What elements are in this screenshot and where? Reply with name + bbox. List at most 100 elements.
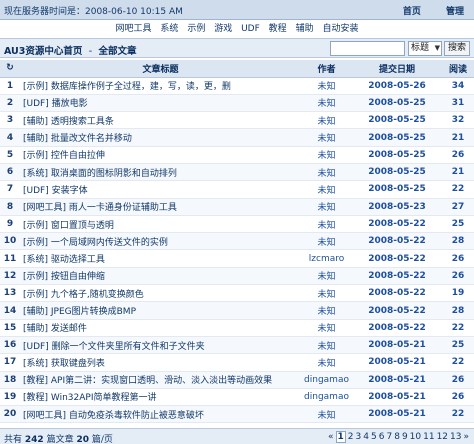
header-title[interactable]: 文章标题 (20, 60, 301, 78)
row-title-link[interactable]: [系统] 驱动选择工具 (20, 249, 301, 268)
pager-page[interactable]: 12 (437, 432, 448, 442)
row-title-link[interactable]: [UDF] 删除一个文件夹里所有文件和子文件夹 (20, 336, 301, 355)
row-title-link[interactable]: [系统] 取消桌面的图标阴影和自动排列 (20, 163, 301, 182)
pager-prev[interactable]: « (328, 432, 334, 442)
row-author[interactable]: 未知 (301, 163, 352, 182)
row-title-link[interactable]: [教程] Win32API简单教程第一讲 (20, 388, 301, 407)
pager-page[interactable]: 8 (394, 432, 400, 442)
per-page-unit: 篇/页 (91, 435, 113, 444)
table-row[interactable]: 10 [示例] 一个局域网内传送文件的实例 未知 2008-05-22 28 (0, 232, 474, 251)
table-row[interactable]: 15 [辅助] 发送邮件 未知 2008-05-22 22 (0, 319, 474, 337)
table-row[interactable]: 4 [辅助] 批量改文件名并移动 未知 2008-05-25 21 (0, 128, 474, 147)
row-title-link[interactable]: [示例] 按钮自由伸缩 (20, 267, 301, 286)
row-author[interactable]: 未知 (301, 336, 352, 355)
row-title-link[interactable]: [网吧工具] 雨人一卡通身份证辅助工具 (20, 198, 301, 216)
nav-item-example[interactable]: 示例 (187, 24, 205, 34)
pager-page[interactable]: 1 (335, 431, 346, 443)
row-author[interactable]: 未知 (301, 319, 352, 337)
table-row[interactable]: 13 [示例] 九个格子,随机变换颜色 未知 2008-05-22 19 (0, 284, 474, 303)
row-date: 2008-05-21 (352, 388, 442, 407)
table-row[interactable]: 14 [辅助] JPEG图片转换成BMP 未知 2008-05-22 28 (0, 301, 474, 320)
row-title-link[interactable]: [示例] 数据库操作例子全过程，建，写，读，更，删 (20, 77, 301, 95)
row-author[interactable]: 未知 (301, 405, 352, 424)
pager-page[interactable]: 6 (379, 432, 385, 442)
row-title-link[interactable]: [示例] 窗口置顶与透明 (20, 215, 301, 234)
per-page-count: 20 (76, 435, 89, 444)
breadcrumb-current[interactable]: 全部文章 (98, 46, 136, 57)
table-row[interactable]: 18 [教程] API第二讲：实现窗口透明、滑动、淡入淡出等动画效果 dingama… (0, 371, 474, 389)
row-author[interactable]: 未知 (301, 146, 352, 164)
search-input[interactable] (330, 41, 405, 56)
table-row[interactable]: 19 [教程] Win32API简单教程第一讲 dingamao 2008-05-21… (0, 388, 474, 407)
row-author[interactable]: 未知 (301, 353, 352, 372)
table-row[interactable]: 6 [系统] 取消桌面的图标阴影和自动排列 未知 2008-05-25 21 (0, 163, 474, 182)
pager-page[interactable]: 7 (386, 432, 392, 442)
row-author[interactable]: 未知 (301, 180, 352, 199)
row-title-link[interactable]: [辅助] 发送邮件 (20, 319, 301, 337)
row-author[interactable]: 未知 (301, 267, 352, 286)
table-row[interactable]: 5 [示例] 控件自由拉伸 未知 2008-05-25 26 (0, 146, 474, 164)
pager-next[interactable]: » (463, 432, 469, 442)
admin-link[interactable]: 管理 (446, 7, 464, 17)
row-author[interactable]: 未知 (301, 301, 352, 320)
row-author[interactable]: lzcmaro (301, 249, 352, 268)
table-row[interactable]: 3 [辅助] 透明搜索工具条 未知 2008-05-25 32 (0, 111, 474, 130)
row-author[interactable]: 未知 (301, 128, 352, 147)
home-link[interactable]: 首页 (403, 7, 421, 17)
row-title-link[interactable]: [辅助] JPEG图片转换成BMP (20, 301, 301, 320)
header-author[interactable]: 作者 (301, 60, 352, 78)
nav-item-tutorial[interactable]: 教程 (269, 24, 287, 34)
nav-item-udf[interactable]: UDF (241, 24, 260, 34)
table-row[interactable]: 2 [UDF] 播放电影 未知 2008-05-25 31 (0, 94, 474, 113)
table-row[interactable]: 12 [示例] 按钮自由伸缩 未知 2008-05-22 26 (0, 267, 474, 286)
table-row[interactable]: 8 [网吧工具] 雨人一卡通身份证辅助工具 未知 2008-05-23 27 (0, 198, 474, 216)
row-number: 16 (0, 336, 20, 355)
row-author[interactable]: 未知 (301, 77, 352, 95)
row-author[interactable]: 未知 (301, 94, 352, 113)
header-views[interactable]: 阅读 (442, 60, 474, 78)
nav-item-system[interactable]: 系统 (160, 24, 178, 34)
row-views: 21 (442, 163, 474, 182)
pager-page[interactable]: 4 (363, 432, 369, 442)
row-title-link[interactable]: [系统] 获取键盘列表 (20, 353, 301, 372)
row-title-link[interactable]: [示例] 控件自由拉伸 (20, 146, 301, 164)
pager-page[interactable]: 3 (356, 432, 362, 442)
row-author[interactable]: 未知 (301, 198, 352, 216)
pager-page[interactable]: 5 (371, 432, 377, 442)
nav-item-helper[interactable]: 辅助 (296, 24, 314, 34)
row-title-link[interactable]: [辅助] 批量改文件名并移动 (20, 128, 301, 147)
nav-item-autoinstall[interactable]: 自动安装 (322, 24, 358, 34)
row-title-link[interactable]: [辅助] 透明搜索工具条 (20, 111, 301, 130)
table-row[interactable]: 1 [示例] 数据库操作例子全过程，建，写，读，更，删 未知 2008-05-26 34 (0, 77, 474, 95)
table-row[interactable]: 20 [网吧工具] 自动免疫杀毒软件防止被恶意破坏 未知 2008-05-21 22 (0, 405, 474, 424)
table-row[interactable]: 9 [示例] 窗口置顶与透明 未知 2008-05-22 25 (0, 215, 474, 234)
pager-page[interactable]: 13 (450, 432, 461, 442)
row-title-link[interactable]: [网吧工具] 自动免疫杀毒软件防止被恶意破坏 (20, 405, 301, 424)
row-author[interactable]: dingamao (301, 371, 352, 389)
search-button[interactable]: 搜索 (444, 41, 470, 56)
search-field-select[interactable]: 标题 ▼ (408, 41, 442, 56)
table-row[interactable]: 11 [系统] 驱动选择工具 lzcmaro 2008-05-22 26 (0, 249, 474, 268)
row-title-link[interactable]: [教程] API第二讲：实现窗口透明、滑动、淡入淡出等动画效果 (20, 371, 301, 389)
table-row[interactable]: 16 [UDF] 删除一个文件夹里所有文件和子文件夹 未知 2008-05-21 25 (0, 336, 474, 355)
row-title-link[interactable]: [示例] 九个格子,随机变换颜色 (20, 284, 301, 303)
pager-page[interactable]: 9 (402, 432, 408, 442)
row-author[interactable]: 未知 (301, 232, 352, 251)
header-date[interactable]: 提交日期 (352, 60, 442, 78)
pager-page[interactable]: 10 (410, 432, 421, 442)
row-title-link[interactable]: [示例] 一个局域网内传送文件的实例 (20, 232, 301, 251)
table-row[interactable]: 17 [系统] 获取键盘列表 未知 2008-05-21 22 (0, 353, 474, 372)
nav-item-game[interactable]: 游戏 (214, 24, 232, 34)
table-row[interactable]: 7 [UDF] 安装字体 未知 2008-05-25 22 (0, 180, 474, 199)
breadcrumb-root[interactable]: AU3资源中心首页 (4, 46, 82, 57)
row-author[interactable]: 未知 (301, 215, 352, 234)
nav-item-wangba[interactable]: 网吧工具 (116, 24, 152, 34)
row-author[interactable]: 未知 (301, 284, 352, 303)
row-title-link[interactable]: [UDF] 播放电影 (20, 94, 301, 113)
row-author[interactable]: dingamao (301, 388, 352, 407)
pager-page[interactable]: 11 (423, 432, 434, 442)
refresh-icon[interactable]: ↻ (0, 60, 20, 78)
pager-page[interactable]: 2 (348, 432, 354, 442)
row-author[interactable]: 未知 (301, 111, 352, 130)
row-title-link[interactable]: [UDF] 安装字体 (20, 180, 301, 199)
